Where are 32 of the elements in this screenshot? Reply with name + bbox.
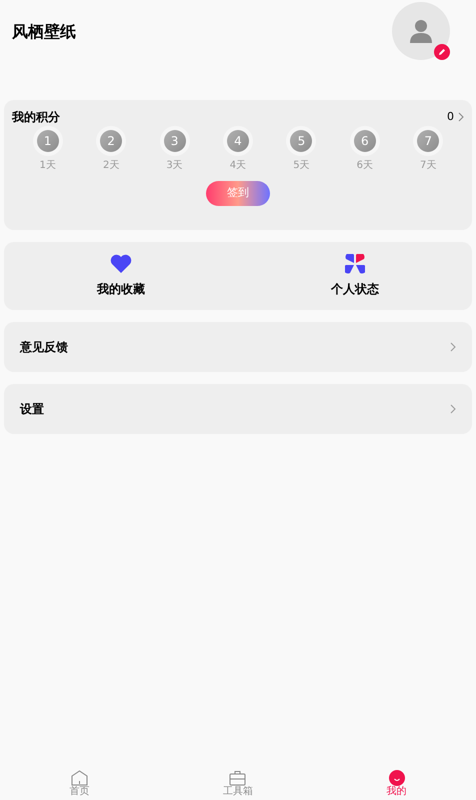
clover-icon bbox=[345, 254, 365, 274]
shortcut-label[interactable]: 我的收藏 bbox=[97, 280, 145, 298]
day-label: 2天 bbox=[102, 159, 120, 173]
home-icon bbox=[70, 770, 88, 786]
day-badge: 2 bbox=[100, 130, 122, 152]
day-label: 3天 bbox=[166, 159, 183, 173]
menu-item[interactable]: 设置 bbox=[4, 384, 472, 434]
points-count: 0 bbox=[447, 108, 454, 125]
day-label: 4天 bbox=[230, 159, 246, 173]
day-badge: 3 bbox=[164, 130, 186, 152]
day-badge: 7 bbox=[417, 130, 440, 152]
day-label: 1天 bbox=[40, 159, 56, 173]
day-badge: 6 bbox=[354, 130, 376, 152]
tab[interactable]: 我的 bbox=[317, 768, 476, 800]
chevron-right-icon bbox=[450, 404, 456, 414]
menu-item[interactable]: 意见反馈 bbox=[4, 322, 472, 372]
heart-icon bbox=[110, 254, 132, 274]
toolbox-icon bbox=[229, 770, 246, 786]
chevron-right-icon bbox=[450, 342, 456, 352]
day-label: 6天 bbox=[356, 159, 373, 173]
app-title: 风栖壁纸 bbox=[12, 21, 76, 43]
edit-icon[interactable] bbox=[434, 44, 450, 60]
day-badge: 5 bbox=[290, 130, 312, 152]
day-badge: 4 bbox=[226, 130, 249, 152]
shortcut-label[interactable]: 个人状态 bbox=[331, 280, 379, 298]
chevron-right-icon[interactable] bbox=[458, 112, 464, 122]
smile-icon bbox=[388, 770, 405, 786]
day-label: 7天 bbox=[420, 159, 436, 173]
day-badge: 1 bbox=[36, 130, 59, 152]
person-icon bbox=[408, 18, 434, 44]
day-label: 5天 bbox=[293, 159, 310, 173]
points-title: 我的积分 bbox=[12, 109, 60, 126]
